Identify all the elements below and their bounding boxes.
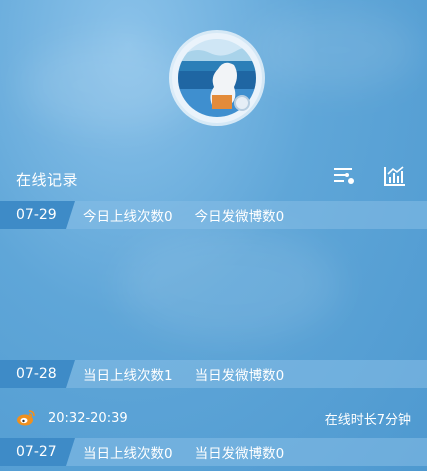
day-record-row[interactable]: 07-29 今日上线次数0 今日发微博数0 bbox=[0, 201, 427, 229]
login-count: 当日上线次数0 bbox=[83, 446, 173, 462]
date-label: 07-27 bbox=[0, 438, 75, 466]
session-duration: 在线时长7分钟 bbox=[324, 412, 411, 428]
background-cloud bbox=[250, 10, 420, 90]
section-title: 在线记录 bbox=[16, 171, 79, 189]
day-record-row[interactable]: 07-28 当日上线次数1 当日发微博数0 bbox=[0, 360, 427, 388]
filter-button[interactable] bbox=[330, 164, 358, 192]
date-label: 07-28 bbox=[0, 360, 75, 388]
online-status-dot bbox=[234, 95, 250, 111]
post-count: 今日发微博数0 bbox=[194, 209, 285, 225]
day-record-row[interactable]: 07-27 当日上线次数0 当日发微博数0 bbox=[0, 438, 427, 466]
avatar[interactable] bbox=[172, 33, 262, 123]
date-label: 07-29 bbox=[0, 201, 75, 229]
weibo-logo-icon bbox=[16, 409, 36, 431]
login-count: 今日上线次数0 bbox=[83, 209, 173, 225]
bar-chart-icon bbox=[383, 165, 407, 191]
post-count: 当日发微博数0 bbox=[194, 368, 285, 384]
post-count: 当日发微博数0 bbox=[194, 446, 285, 462]
background-cloud bbox=[120, 230, 340, 340]
filter-sliders-icon bbox=[332, 165, 356, 191]
login-count: 当日上线次数1 bbox=[83, 368, 173, 384]
chart-button[interactable] bbox=[381, 164, 409, 192]
session-time-range: 20:32-20:39 bbox=[48, 410, 128, 426]
session-entry[interactable]: 20:32-20:39 在线时长7分钟 bbox=[0, 404, 427, 432]
